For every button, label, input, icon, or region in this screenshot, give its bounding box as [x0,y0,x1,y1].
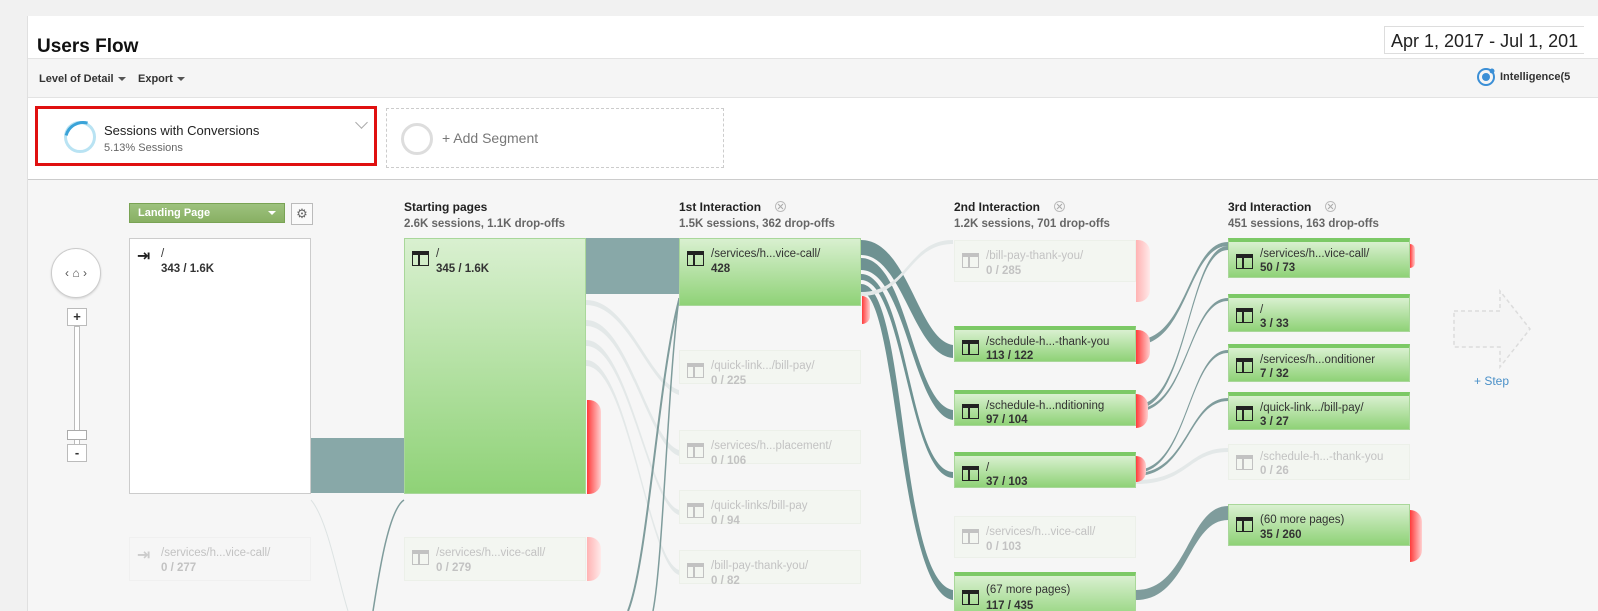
zoom-out-button[interactable]: - [67,444,87,462]
column-header-starting-pages: Starting pages 2.6K sessions, 1.1K drop-… [404,200,566,230]
page-icon [1236,308,1253,323]
pan-control[interactable]: ‹ ⌂ › [51,248,101,298]
chevron-down-icon [176,77,185,82]
level-of-detail-menu[interactable]: Level of Detail [39,73,126,85]
date-range-picker[interactable]: Apr 1, 2017 - Jul 1, 201 [1384,26,1585,54]
interaction-node[interactable]: /services/h...vice-call/ 50 / 73 [1228,238,1410,278]
add-segment-label: + Add Segment [442,130,539,146]
segment-sessions-with-conversions[interactable]: Sessions with Conversions 5.13% Sessions [35,106,377,166]
page-icon [687,363,704,378]
interaction-node[interactable]: / 37 / 103 [954,452,1136,488]
landing-arrow-icon: ⇥ [137,248,151,265]
segment-percentage: 5.13% Sessions [104,142,183,154]
interaction-node[interactable]: /quick-link.../bill-pay/ 0 / 225 [679,350,861,387]
page-icon [962,253,979,268]
starting-page-node[interactable]: /services/h...vice-call/ 0 / 279 [404,537,586,581]
column-header-3rd-interaction: 3rd Interaction 451 sessions, 163 drop-o… [1228,200,1379,230]
page-title: Users Flow [37,36,139,57]
landing-arrow-icon: ⇥ [137,547,151,564]
interaction-node[interactable]: /quick-link.../bill-pay/ 3 / 27 [1228,392,1410,430]
remove-column-icon[interactable] [1325,201,1337,212]
chevron-down-icon [117,77,126,82]
interaction-node[interactable]: /bill-pay-thank-you/ 0 / 82 [679,550,861,587]
page-icon [412,251,429,266]
add-segment-button[interactable]: + Add Segment [386,108,724,168]
intelligence-icon [1477,68,1495,86]
page-icon [962,466,979,481]
segment-bar: Sessions with Conversions 5.13% Sessions… [28,98,1598,180]
page-icon [412,550,429,565]
export-menu[interactable]: Export [138,73,185,85]
interaction-node[interactable]: / 3 / 33 [1228,294,1410,332]
interaction-node[interactable]: /schedule-h...-thank-you 0 / 26 [1228,444,1410,480]
gear-icon[interactable]: ⚙ [291,203,313,225]
interaction-node[interactable]: /services/h...vice-call/ 0 / 103 [954,516,1136,558]
remove-column-icon[interactable] [1054,201,1066,212]
interaction-node[interactable]: /bill-pay-thank-you/ 0 / 285 [954,240,1136,282]
drop-off-bar[interactable] [587,400,601,494]
segment-ring-icon [64,121,96,153]
page-icon [1236,358,1253,373]
interaction-node[interactable]: /services/h...onditioner 7 / 32 [1228,344,1410,382]
page-icon [962,404,979,419]
interaction-node[interactable]: /quick-links/bill-pay 0 / 94 [679,490,861,527]
page-icon [1236,517,1253,532]
interaction-node[interactable]: (67 more pages) 117 / 435 [954,572,1136,611]
chevron-down-icon [268,211,276,215]
users-flow-page: Users Flow Apr 1, 2017 - Jul 1, 201 Leve… [27,16,1598,611]
interaction-node[interactable]: /schedule-h...-thank-you 113 / 122 [954,326,1136,362]
zoom-in-button[interactable]: + [67,308,87,326]
page-icon [1236,254,1253,269]
starting-page-node[interactable]: / 345 / 1.6K [404,238,586,494]
drop-off-bar[interactable] [1410,244,1415,268]
page-icon [687,443,704,458]
chevron-left-icon[interactable]: ‹ [65,266,69,280]
drop-off-bar[interactable] [862,296,870,324]
intelligence-button[interactable]: Intelligence(5 [1476,67,1570,87]
page-icon [962,529,979,544]
landing-node[interactable]: ⇥ /services/h...vice-call/ 0 / 277 [129,537,311,581]
segment-ring-icon [401,123,433,155]
drop-off-bar[interactable] [1136,240,1150,302]
interaction-node[interactable]: /services/h...vice-call/ 428 [679,238,861,306]
page-icon [1236,406,1253,421]
add-step-button[interactable]: + Step [1474,374,1509,388]
add-step-arrow-icon[interactable] [1452,289,1532,369]
column-header-2nd-interaction: 2nd Interaction 1.2K sessions, 701 drop-… [954,200,1110,230]
chevron-right-icon[interactable]: › [83,266,87,280]
landing-node[interactable]: ⇥ / 343 / 1.6K [129,238,311,494]
toolbar: Level of Detail Export Intelligence(5 [28,58,1598,98]
flow-canvas[interactable]: Starting pages 2.6K sessions, 1.1K drop-… [28,180,1598,611]
page-icon [687,563,704,578]
remove-column-icon[interactable] [775,201,787,212]
page-icon [687,503,704,518]
title-bar: Users Flow Apr 1, 2017 - Jul 1, 201 [28,16,1598,58]
home-icon[interactable]: ⌂ [72,266,79,280]
interaction-node[interactable]: /services/h...placement/ 0 / 106 [679,430,861,467]
drop-off-bar[interactable] [1410,510,1422,562]
interaction-node[interactable]: /schedule-h...nditioning 97 / 104 [954,390,1136,426]
zoom-slider-handle[interactable] [67,430,87,440]
drop-off-bar[interactable] [587,537,601,581]
page-icon [1236,455,1253,470]
interaction-node[interactable]: (60 more pages) 35 / 260 [1228,504,1410,546]
segment-name: Sessions with Conversions [104,123,260,138]
page-icon [687,251,704,266]
page-icon [962,340,979,355]
page-icon [962,590,979,605]
chevron-down-icon[interactable] [355,116,368,129]
dimension-selector[interactable]: Landing Page [129,203,285,223]
column-header-1st-interaction: 1st Interaction 1.5K sessions, 362 drop-… [679,200,835,230]
